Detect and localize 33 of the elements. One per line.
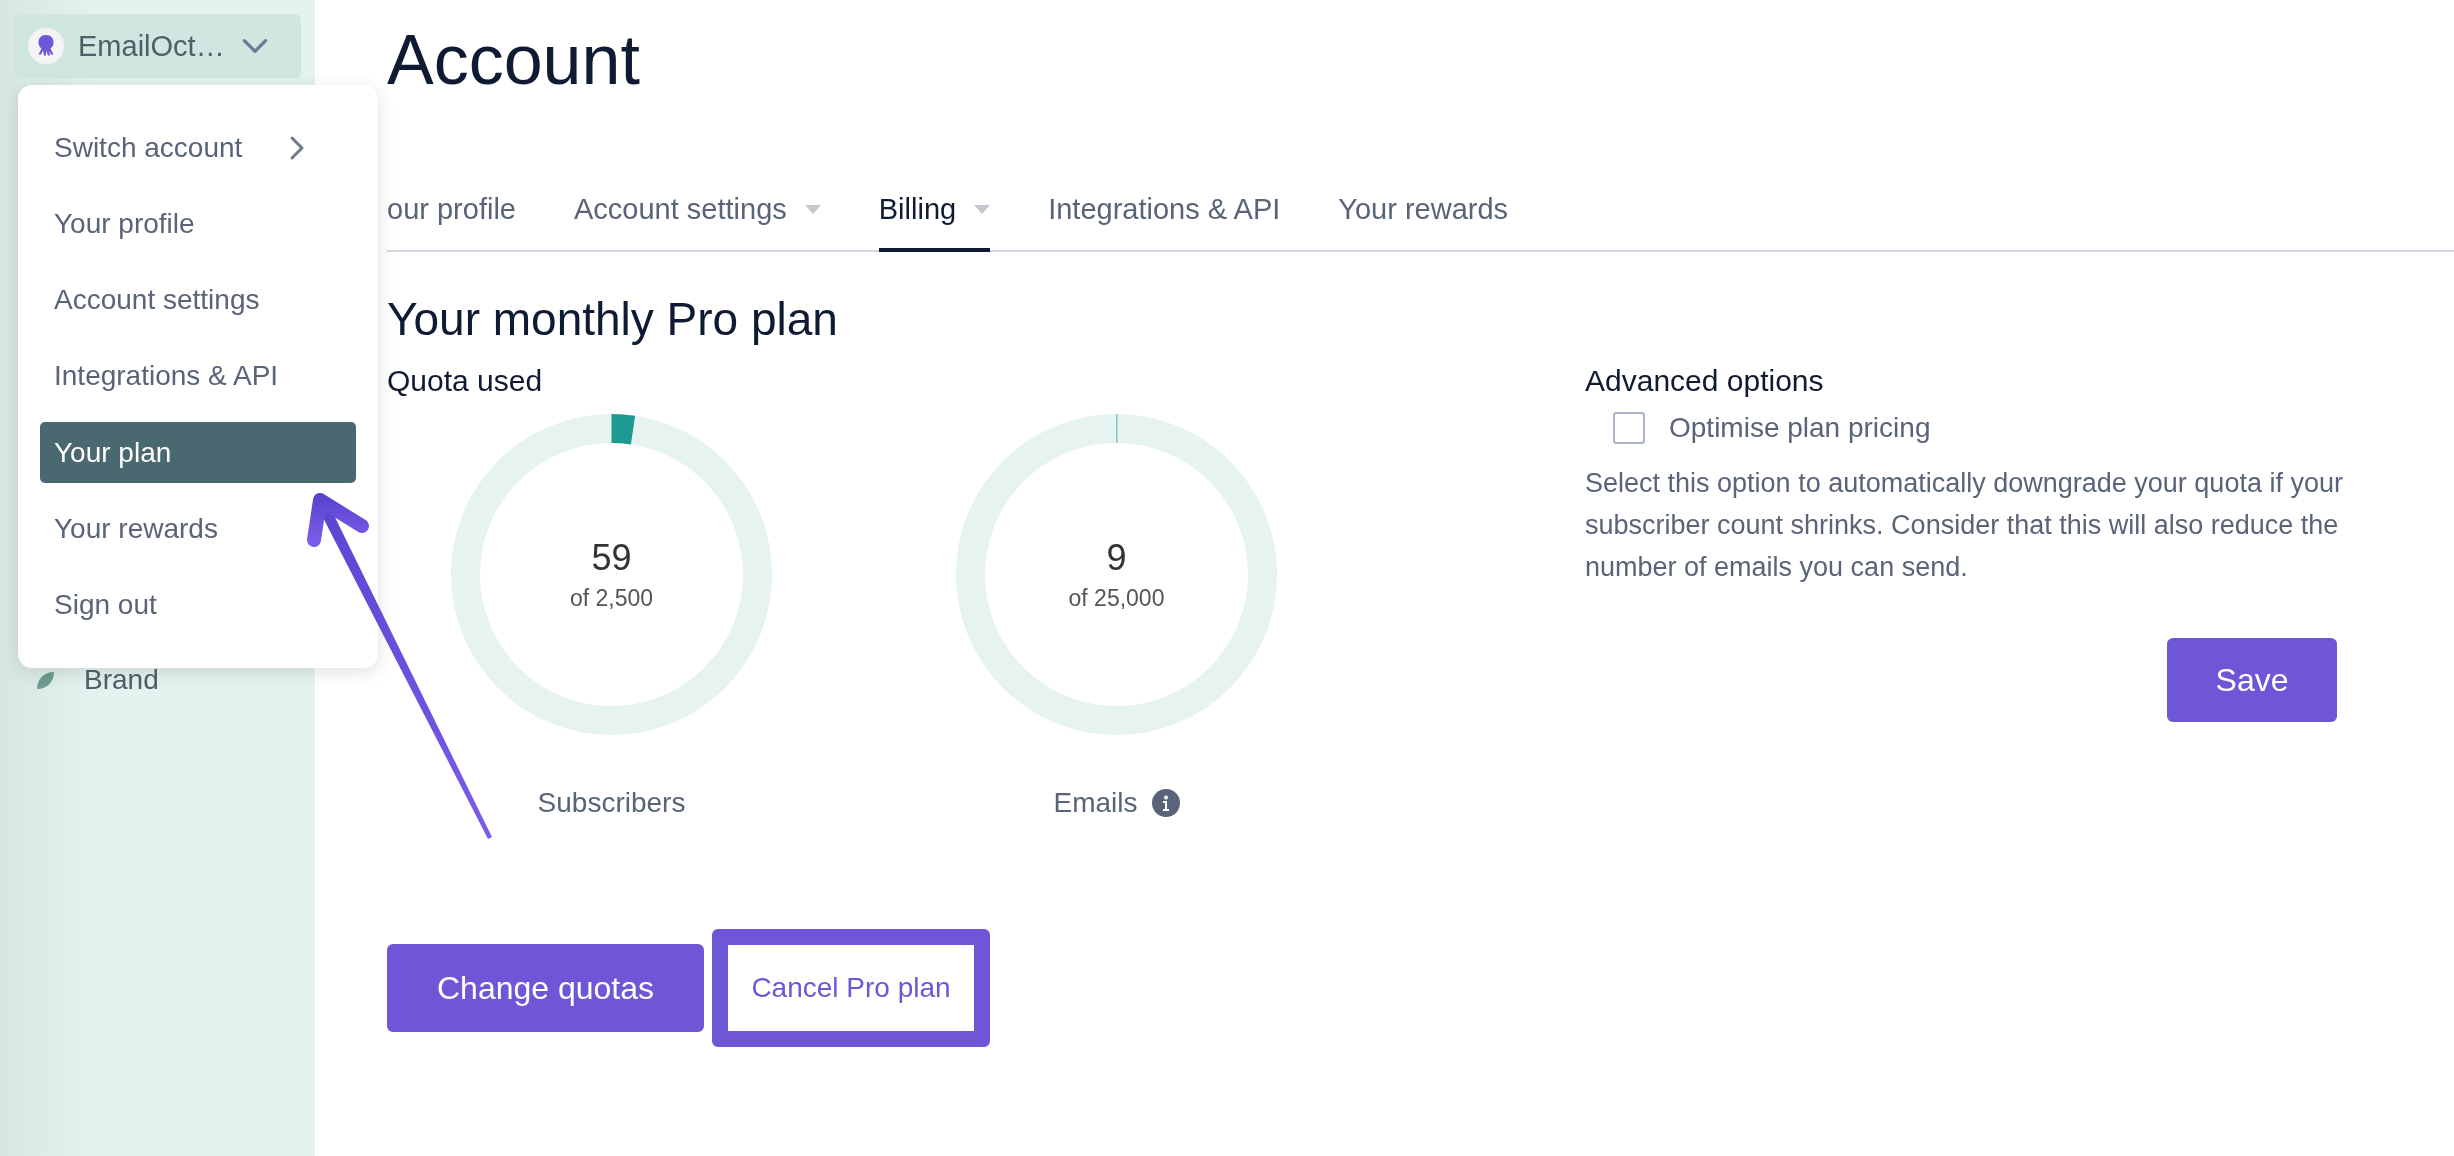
menu-item[interactable]: Your plan (40, 422, 356, 484)
meter-label: Emails (1053, 787, 1138, 819)
info-icon[interactable] (1151, 789, 1180, 817)
meter-value: 9 (1106, 537, 1127, 579)
menu-item[interactable]: Your rewards (40, 498, 356, 560)
tab[interactable]: Integrations & API (1048, 185, 1281, 252)
section-heading: Advanced options (1585, 364, 1825, 398)
meter-value: 59 (591, 537, 632, 579)
page-title: Account (387, 20, 641, 101)
option-description: Select this option to automatically downgrade your quota if your subscriber count shrinks. Consider that this will also reduce the number of emails you can send. (1585, 467, 2344, 584)
menu-item[interactable]: Account settings (40, 269, 356, 331)
plan-title: Your monthly Pro plan (387, 292, 839, 346)
tab[interactable]: Your rewards (1338, 185, 1509, 252)
tab[interactable]: Account settings (573, 185, 821, 252)
meter-limit: of 2,500 (569, 585, 654, 612)
menu-item[interactable]: Your profile (40, 193, 356, 255)
octopus-icon (28, 28, 64, 64)
cancel-plan-button[interactable]: Cancel Pro plan (712, 929, 990, 1047)
checkbox[interactable] (1613, 412, 1645, 444)
quota-heading: Quota used (387, 364, 544, 398)
save-button[interactable]: Save (2167, 638, 2337, 722)
meter-label: Subscribers (537, 787, 686, 819)
checkbox-label: Optimise plan pricing (1669, 412, 1931, 444)
tab[interactable]: our profile (387, 185, 516, 252)
change-quotas-button[interactable]: Change quotas (387, 944, 704, 1032)
menu-item[interactable]: Integrations & API (40, 345, 356, 408)
sidebar-item[interactable]: Brand (14, 660, 301, 700)
menu-item[interactable]: Switch account (40, 117, 356, 179)
meter-limit: of 25,000 (1068, 585, 1165, 612)
leaf-icon (34, 669, 56, 691)
menu-item[interactable]: Sign out (40, 574, 356, 636)
tab[interactable]: Billing (878, 185, 991, 252)
account-switcher[interactable]: EmailOct… (14, 14, 301, 78)
